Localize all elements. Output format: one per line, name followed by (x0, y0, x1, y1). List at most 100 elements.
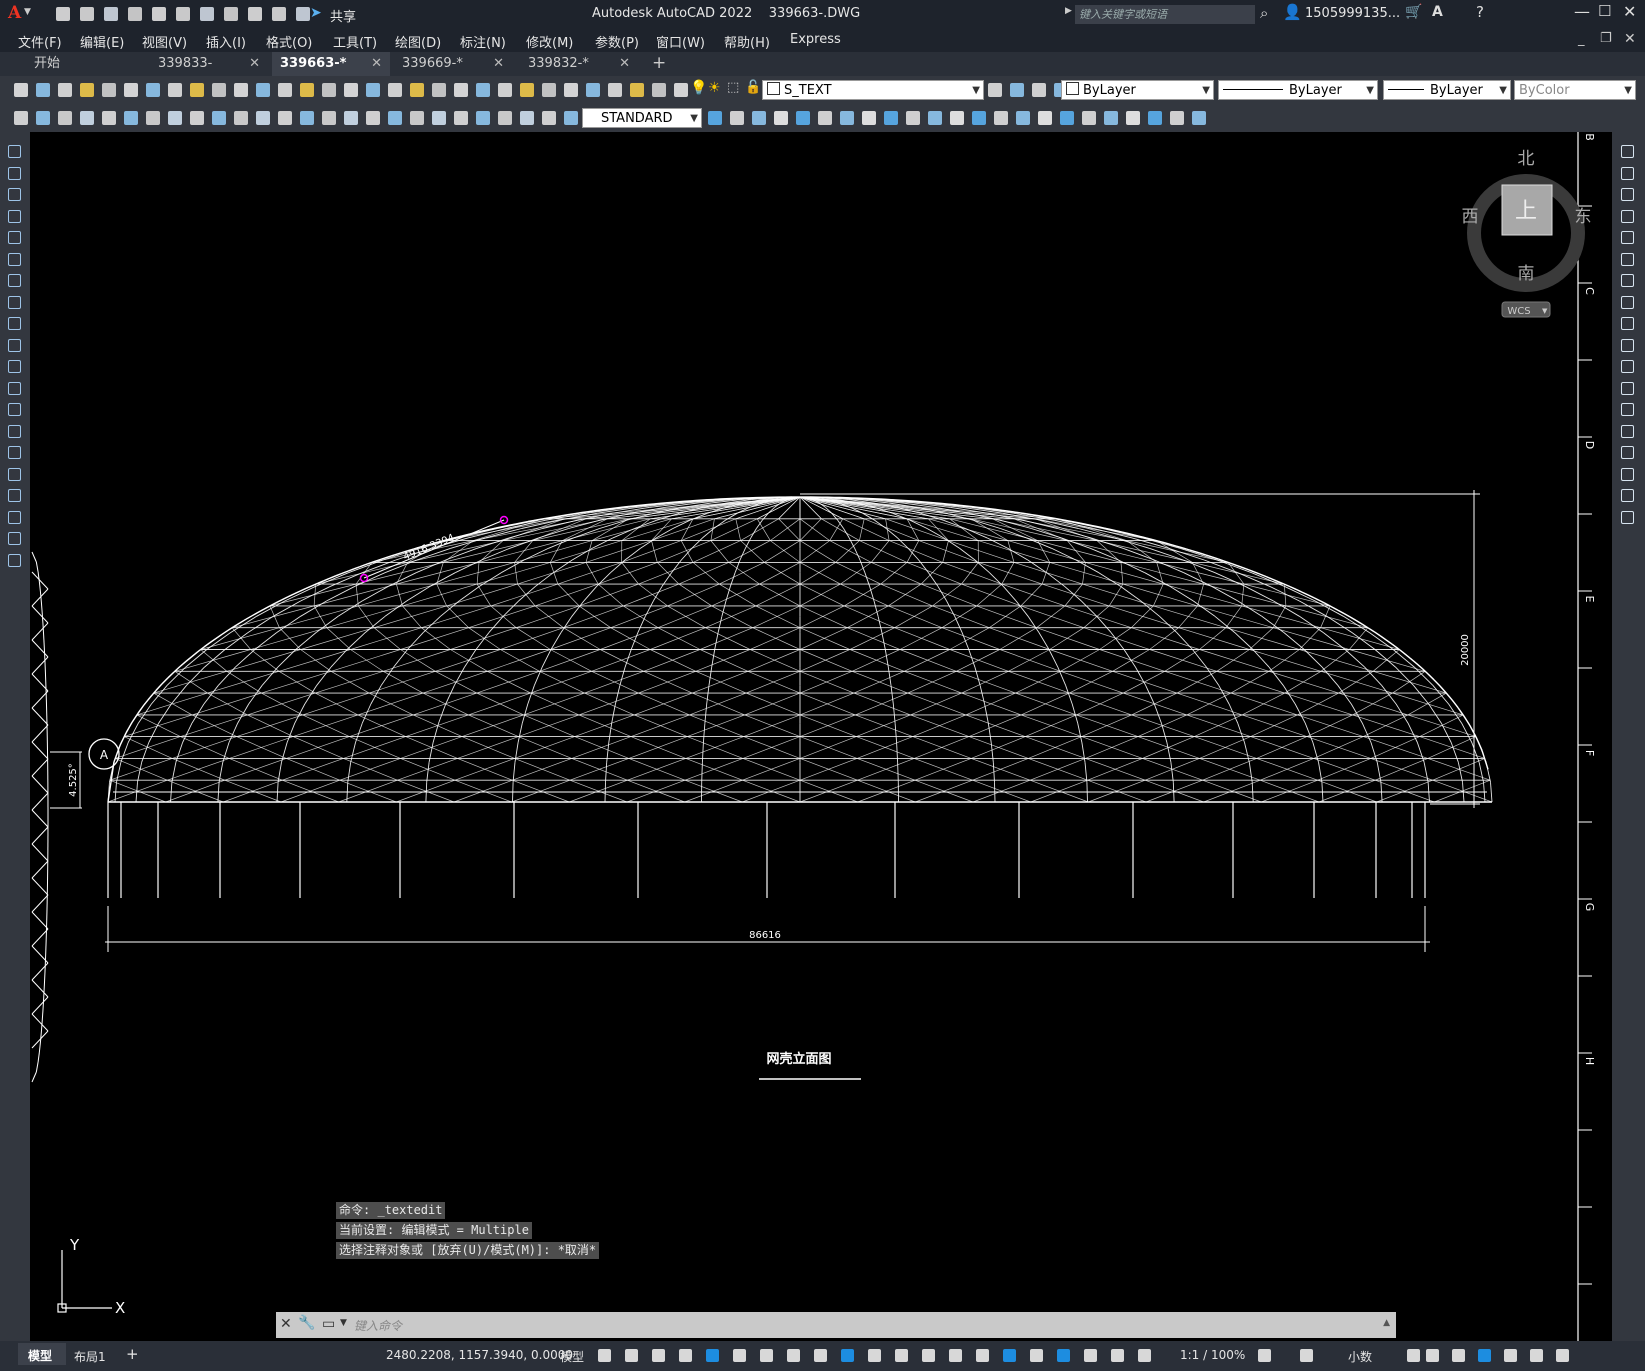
autocad-logo-icon[interactable]: A (8, 3, 21, 23)
new-file-icon[interactable] (54, 5, 72, 23)
menu-insert[interactable]: 插入(I) (206, 32, 246, 51)
new-icon[interactable] (562, 81, 580, 99)
tab-layout1[interactable]: 布局1 (74, 1348, 106, 1365)
viewcube-north[interactable]: 北 (1518, 149, 1535, 169)
check-icon[interactable] (1146, 109, 1164, 127)
open-icon[interactable] (34, 81, 52, 99)
union-icon[interactable] (882, 109, 900, 127)
ellipse-arc-icon[interactable] (7, 359, 23, 375)
coordinates-readout[interactable]: 2480.2208, 1157.3940, 0.0000 (386, 1348, 573, 1362)
print-icon[interactable] (628, 81, 646, 99)
lineweight-icon[interactable] (893, 1347, 911, 1365)
dynamic-ucs-icon[interactable] (1001, 1347, 1019, 1365)
save-icon[interactable] (56, 81, 74, 99)
sheet-set-icon[interactable] (452, 81, 470, 99)
workspace-gear-icon[interactable] (1256, 1347, 1274, 1365)
open-icon[interactable] (584, 81, 602, 99)
share-icon[interactable]: ➤ (310, 5, 322, 21)
scale-icon[interactable] (1620, 295, 1636, 311)
isolate-icon[interactable] (1476, 1347, 1494, 1365)
color-dropdown[interactable]: ByLayer ▼ (1061, 80, 1214, 100)
menu-window[interactable]: 窗口(W) (656, 32, 705, 51)
zoom-icon[interactable] (320, 81, 338, 99)
restore-icon[interactable]: ☐ (1598, 2, 1611, 20)
linear-dim-icon[interactable] (12, 109, 30, 127)
tab-339663[interactable]: 339663-* ✕ (272, 52, 390, 76)
construction-line-icon[interactable] (7, 166, 23, 182)
osnap-chevron-icon[interactable] (866, 1347, 884, 1365)
menu-draw[interactable]: 绘图(D) (395, 32, 441, 51)
quick-properties-icon[interactable] (1424, 1347, 1442, 1365)
undo-icon[interactable] (254, 81, 272, 99)
new-icon[interactable] (12, 81, 30, 99)
jogged-icon[interactable] (122, 109, 140, 127)
match-icon[interactable] (232, 81, 250, 99)
calc-icon[interactable] (496, 81, 514, 99)
publish-icon[interactable] (122, 81, 140, 99)
cart-icon[interactable]: 🛒 (1405, 4, 1422, 20)
revision-cloud-icon[interactable] (7, 295, 23, 311)
tab-close-icon[interactable]: ✕ (619, 52, 630, 76)
extrude-icon[interactable] (794, 109, 812, 127)
blend-icon[interactable] (1620, 467, 1636, 483)
print-icon[interactable] (78, 81, 96, 99)
chevron-down-icon[interactable]: ▼ (340, 1318, 347, 1328)
edit-polyline-icon[interactable] (1620, 510, 1636, 526)
infer-constraints-icon[interactable] (677, 1347, 695, 1365)
offset-icon[interactable] (1620, 209, 1636, 225)
copy-icon[interactable] (188, 81, 206, 99)
center-mark-icon[interactable] (320, 109, 338, 127)
menu-help[interactable]: 帮助(H) (724, 32, 770, 51)
3d-osnap-icon[interactable] (974, 1347, 992, 1365)
viewcube-east[interactable]: 东 (1575, 207, 1592, 227)
fillet-icon[interactable] (1620, 445, 1636, 461)
publish-icon[interactable] (174, 5, 192, 23)
plus-icon[interactable] (1298, 1347, 1316, 1365)
units-chevron-icon[interactable] (1405, 1347, 1423, 1365)
polyline-icon[interactable] (7, 187, 23, 203)
3d-align-icon[interactable] (750, 109, 768, 127)
angular-icon[interactable] (166, 109, 184, 127)
snap-icon[interactable] (623, 1347, 641, 1365)
lineweight-dropdown[interactable]: ByLayer ▼ (1383, 80, 1511, 100)
trim-icon[interactable] (1620, 338, 1636, 354)
snap-chevron-icon[interactable] (650, 1347, 668, 1365)
explode-icon[interactable] (1620, 488, 1636, 504)
viewcube-west[interactable]: 西 (1462, 207, 1479, 227)
gradient-icon[interactable] (7, 467, 23, 483)
cut-icon[interactable] (166, 81, 184, 99)
help-icon[interactable] (518, 81, 536, 99)
properties-icon[interactable] (386, 81, 404, 99)
circle-icon[interactable] (7, 273, 23, 289)
user-name[interactable]: 1505999135... (1305, 6, 1400, 21)
command-history-icon[interactable]: ▭ (322, 1316, 335, 1332)
flatten-icon[interactable] (1014, 109, 1032, 127)
radius-icon[interactable] (100, 109, 118, 127)
extend-icon[interactable] (1620, 359, 1636, 375)
viewcube-south[interactable]: 南 (1518, 264, 1535, 284)
selection-cycling-icon[interactable] (947, 1347, 965, 1365)
menu-edit[interactable]: 编辑(E) (80, 32, 124, 51)
layer-properties-icon[interactable] (540, 81, 558, 99)
units-value[interactable]: 小数 (1348, 1348, 1372, 1365)
polar-icon[interactable] (731, 1347, 749, 1365)
plot-icon[interactable] (150, 5, 168, 23)
redo-icon[interactable] (276, 81, 294, 99)
drawing-canvas[interactable]: 86616 20000 4916.3394 A 4.525° 网壳立面图 B C D E F… (30, 132, 1612, 1341)
edit-dim-icon[interactable] (386, 109, 404, 127)
move-icon[interactable] (1620, 252, 1636, 268)
zoom-previous-icon[interactable] (364, 81, 382, 99)
command-input[interactable]: 键入命令 (354, 1317, 402, 1334)
ordinate-icon[interactable] (78, 109, 96, 127)
multiline-text-icon[interactable] (7, 531, 23, 547)
layer-on-bulb-icon[interactable]: 💡 (690, 80, 707, 96)
minimize-icon[interactable]: — (1574, 2, 1590, 21)
zoom-window-icon[interactable] (342, 81, 360, 99)
separate-icon[interactable] (1102, 109, 1120, 127)
arc-length-icon[interactable] (56, 109, 74, 127)
tab-start[interactable]: 开始 (26, 52, 146, 76)
layer-unlock-icon[interactable]: 🔓 (745, 80, 761, 95)
pan-icon[interactable] (298, 81, 316, 99)
thicken-icon[interactable] (970, 109, 988, 127)
mirror-icon[interactable] (1620, 187, 1636, 203)
